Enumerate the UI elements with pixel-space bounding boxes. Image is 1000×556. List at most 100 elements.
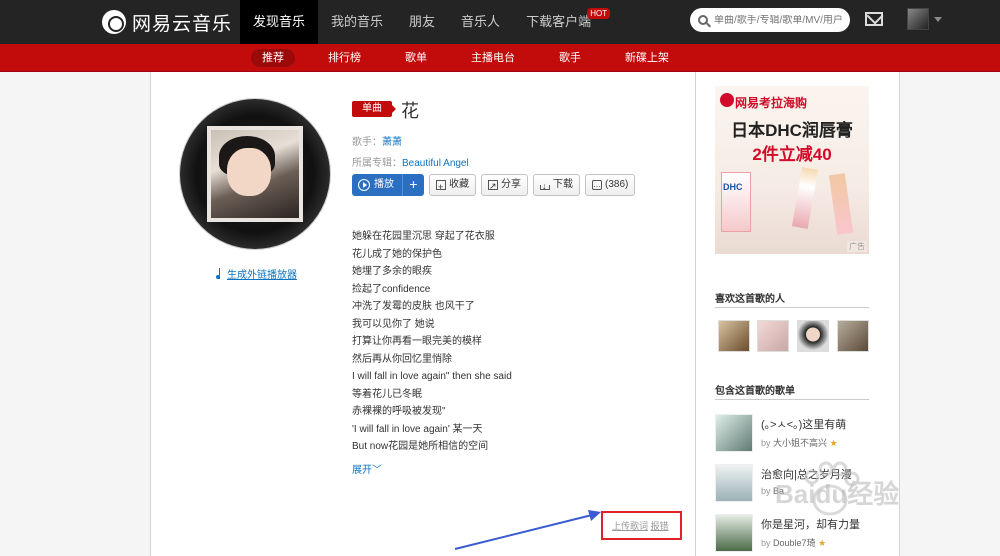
- liker-avatar[interactable]: [757, 320, 789, 352]
- lyric-line: 冲洗了发霉的皮肤 也风干了: [352, 301, 475, 312]
- top-bar: 网易云音乐 发现音乐 我的音乐 朋友 音乐人 下载客户端 HOT: [0, 0, 1000, 44]
- sub-nav: 推荐 排行榜 歌单 主播电台 歌手 新碟上架: [251, 44, 702, 72]
- playlist-name[interactable]: 治愈向|总之岁月漫: [761, 466, 852, 482]
- lyric-line: 她躲在花园里沉思 穿起了花衣服: [352, 231, 495, 242]
- playlist-item[interactable]: 你是星河，却有力量 by Double7琦 ★: [715, 514, 869, 554]
- subnav-charts[interactable]: 排行榜: [317, 44, 372, 72]
- chevron-down-icon[interactable]: [934, 17, 942, 22]
- subnav-radio[interactable]: 主播电台: [460, 44, 526, 72]
- playlists-title: 包含这首歌的歌单: [715, 386, 795, 397]
- lyric-line: 我可以见你了 她说: [352, 318, 435, 330]
- expand-lyrics-link[interactable]: 展开﹀: [352, 461, 382, 476]
- playlist-cover: [715, 514, 753, 552]
- logo-text: 网易云音乐: [132, 13, 233, 35]
- subnav-new-albums[interactable]: 新碟上架: [614, 44, 680, 72]
- share-icon: [488, 176, 498, 196]
- comment-button[interactable]: (386): [585, 174, 636, 196]
- nav-discover[interactable]: 发现音乐: [240, 0, 319, 44]
- upload-lyrics-link[interactable]: 上传歌词: [612, 521, 648, 531]
- likers-title: 喜欢这首歌的人: [715, 294, 785, 305]
- song-title: 花: [401, 101, 419, 121]
- subnav-artists[interactable]: 歌手: [548, 44, 592, 72]
- sidebar-divider: [695, 72, 696, 556]
- play-button-group: 播放 +: [352, 174, 424, 196]
- playlist-item[interactable]: (｡>ㅅ<｡)这里有萌 by 大小姐不高兴 ★: [715, 414, 869, 454]
- product-box-image: [721, 172, 751, 232]
- playlist-creator: by 大小姐不高兴 ★: [761, 438, 838, 448]
- lyric-line: 捡起了confidence: [352, 283, 431, 295]
- nav-my-music[interactable]: 我的音乐: [318, 0, 396, 44]
- hot-badge: HOT: [587, 8, 611, 19]
- share-label: 分享: [501, 179, 521, 190]
- lyric-line: 花儿成了她的保护色: [352, 248, 442, 260]
- lyric-line: 她埋了多余的眼疾: [352, 266, 432, 277]
- comment-icon: [592, 175, 602, 195]
- lyric-actions: 上传歌词 报错: [612, 519, 669, 532]
- liker-avatar[interactable]: [837, 320, 869, 352]
- album-label: 所属专辑：: [352, 158, 402, 169]
- lyric-line: 'I will fall in love again' 某一天: [352, 423, 483, 435]
- playlist-item[interactable]: 治愈向|总之岁月漫 by Ba: [715, 464, 869, 504]
- share-button[interactable]: 分享: [481, 174, 528, 196]
- playlist-name[interactable]: (｡>ㅅ<｡)这里有萌: [761, 416, 846, 432]
- favorite-icon: [436, 177, 446, 197]
- mail-icon[interactable]: [865, 12, 883, 26]
- creator-link[interactable]: 大小姐不高兴: [773, 438, 827, 448]
- album-cover-face: [227, 148, 271, 196]
- search-box[interactable]: [690, 8, 850, 32]
- kaola-logo-icon: [720, 93, 734, 107]
- nav-download-client[interactable]: 下载客户端 HOT: [513, 0, 611, 44]
- lyric-line: 打算让你再看一眼完美的模样: [352, 336, 482, 347]
- add-to-queue-button[interactable]: +: [402, 174, 424, 196]
- liker-avatar[interactable]: [718, 320, 750, 352]
- lip-balm-image: [828, 173, 854, 235]
- likers-rule: [715, 307, 869, 308]
- lyric-line: I will fall in love again" then she said: [352, 371, 512, 382]
- lyric-line: 赤裸裸的呼吸被发现": [352, 406, 446, 417]
- logo[interactable]: 网易云音乐: [102, 8, 232, 36]
- music-note-icon: [215, 268, 224, 279]
- play-icon: [358, 179, 370, 191]
- comment-count: (386): [605, 179, 629, 190]
- ad-brand: 网易考拉海购: [735, 96, 808, 110]
- playlist-cover: [715, 414, 753, 452]
- lyric-line: But now花园是她所相信的空间: [352, 441, 489, 452]
- chevron-down-icon: ﹀: [372, 465, 382, 476]
- download-label: 下载: [553, 179, 573, 190]
- playlist-name[interactable]: 你是星河，却有力量: [761, 516, 860, 532]
- action-buttons: 播放 + 收藏 分享 下载 (386): [352, 174, 636, 197]
- liker-avatar[interactable]: [797, 320, 829, 352]
- creator-link[interactable]: Ba: [773, 486, 784, 496]
- favorite-button[interactable]: 收藏: [429, 174, 476, 197]
- playlist-creator: by Double7琦 ★: [761, 538, 827, 548]
- ad-banner[interactable]: 网易考拉海购 日本DHC润唇膏 2件立减40 DHC 广告: [715, 86, 869, 254]
- top-nav: 发现音乐 我的音乐 朋友 音乐人 下载客户端 HOT: [240, 0, 611, 44]
- singer-label: 歌手：: [352, 137, 382, 148]
- user-avatar[interactable]: [907, 8, 929, 30]
- product-mark: DHC: [723, 182, 743, 192]
- nav-musicians[interactable]: 音乐人: [448, 0, 513, 44]
- singer-link[interactable]: 萧萧: [382, 137, 402, 148]
- expand-label: 展开: [352, 465, 372, 476]
- ad-promo: 2件立减40: [752, 145, 832, 164]
- search-input[interactable]: [714, 14, 842, 26]
- ad-headline: 日本DHC润唇膏: [731, 121, 853, 140]
- external-player-label: 生成外链播放器: [227, 270, 297, 281]
- external-player-link[interactable]: 生成外链播放器: [215, 266, 297, 281]
- creator-link[interactable]: Double7琦: [773, 538, 816, 548]
- star-icon: ★: [818, 538, 827, 548]
- album-row: 所属专辑：Beautiful Angel: [352, 154, 469, 169]
- subnav-recommend[interactable]: 推荐: [251, 49, 295, 67]
- album-link[interactable]: Beautiful Angel: [402, 158, 469, 169]
- report-error-link[interactable]: 报错: [651, 521, 669, 531]
- search-icon: [698, 15, 708, 25]
- sub-nav-bar: 推荐 排行榜 歌单 主播电台 歌手 新碟上架: [0, 44, 1000, 72]
- lyric-line: 然后再从你回忆里悄除: [352, 353, 452, 365]
- lip-balm-image: [791, 167, 819, 229]
- download-button[interactable]: 下载: [533, 174, 580, 196]
- subnav-playlists[interactable]: 歌单: [394, 44, 438, 72]
- nav-friends[interactable]: 朋友: [396, 0, 448, 44]
- single-badge: 单曲: [352, 101, 396, 117]
- play-button[interactable]: 播放: [352, 174, 402, 196]
- ad-tag: 广告: [847, 241, 867, 252]
